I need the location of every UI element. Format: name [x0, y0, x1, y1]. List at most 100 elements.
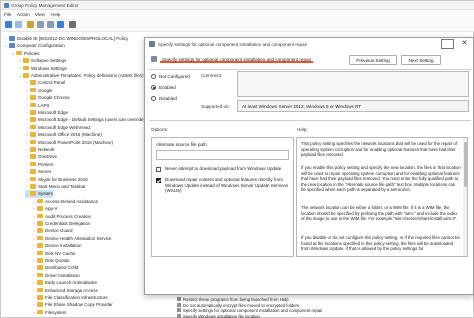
- help-paragraph-3: The network location can be either a fol…: [301, 205, 458, 222]
- folder-icon: [23, 73, 29, 78]
- comment-textbox[interactable]: [237, 71, 469, 97]
- tree-item-label: Disk NV Cache: [45, 250, 76, 256]
- setting-row[interactable]: Specify Windows installation file locati…: [177, 314, 260, 318]
- tree-item[interactable]: › Filesystem: [32, 309, 67, 317]
- help-panel: This policy setting specifies the networ…: [296, 137, 468, 257]
- editor-toolbar: [1, 18, 474, 32]
- maximize-button[interactable]: [441, 39, 454, 49]
- menu-help[interactable]: Help: [51, 12, 60, 17]
- folder-icon: [30, 169, 36, 174]
- tree-item-label: Device Guard: [45, 228, 73, 234]
- tree-item-label: Google Chrome: [38, 95, 70, 101]
- folder-icon: [37, 243, 43, 248]
- folder-icon: [30, 124, 36, 130]
- chevron-down-icon[interactable]: ⌄: [18, 72, 22, 80]
- comment-label: Comment:: [201, 73, 223, 78]
- tree-item-label: Disable IE [WS2012-DC.WINDOWSPROLOCAL] P…: [17, 36, 129, 41]
- tree-item-label: Start Menu and Taskbar: [38, 184, 86, 189]
- help-paragraph-1: This policy setting specifies the networ…: [301, 141, 457, 158]
- tree-item-label: Device Installation: [45, 243, 82, 249]
- folder-icon: [30, 161, 36, 167]
- dialog-title: Specify settings for optional component …: [158, 41, 308, 47]
- menu-action[interactable]: Action: [17, 12, 30, 17]
- radio-not-configured[interactable]: Not Configured: [151, 73, 190, 81]
- folder-icon: [16, 50, 22, 56]
- help-label: Help:: [297, 127, 308, 132]
- radio-enabled[interactable]: Enabled: [151, 84, 176, 92]
- properties-icon[interactable]: [47, 21, 54, 28]
- tree-item-label: Disk Quotas: [45, 258, 70, 263]
- not-configured-label: Not Configured: [159, 74, 190, 79]
- tree-item-label: Printers: [38, 161, 54, 167]
- chevron-down-icon[interactable]: ⌄: [11, 50, 15, 58]
- dialog-title-bar: Specify settings for optional component …: [145, 38, 473, 51]
- help-scrollbar[interactable]: [463, 138, 467, 256]
- folder-icon: [30, 117, 36, 122]
- policy-setting-dialog: Specify settings for optional component …: [144, 37, 474, 295]
- never-download-checkbox[interactable]: [156, 167, 161, 172]
- folder-icon: [37, 280, 43, 285]
- menu-view[interactable]: View: [35, 12, 45, 17]
- not-configured-radio-icon[interactable]: [151, 73, 156, 79]
- options-panel: Alternate source file path Never attempt…: [151, 137, 294, 257]
- show-hide-tree-icon[interactable]: [37, 21, 44, 28]
- back-arrow-icon[interactable]: [5, 21, 12, 28]
- tree-item-label: Microsoft Edge: [38, 110, 69, 115]
- folder-icon: [30, 95, 36, 100]
- folder-icon: [37, 235, 43, 241]
- enabled-label: Enabled: [159, 85, 176, 90]
- tree-item-label: Policies: [24, 50, 40, 56]
- gpme-app-icon: [4, 3, 9, 8]
- folder-icon: [30, 147, 36, 152]
- tree-item-label: Windows Settings: [31, 65, 67, 71]
- help-scrollbar-thumb[interactable]: [463, 142, 467, 187]
- chevron-right-icon[interactable]: ›: [32, 309, 36, 317]
- tree-item-label: Access-Denied Assistance: [45, 198, 99, 204]
- setting-icon: [177, 308, 181, 313]
- up-folder-icon[interactable]: [27, 21, 34, 28]
- enabled-radio-icon[interactable]: [151, 84, 156, 90]
- supported-on-box: At least Windows Server 2012, Windows 8 …: [237, 100, 469, 112]
- folder-icon: [37, 228, 43, 233]
- chevron-down-icon[interactable]: ⌄: [4, 42, 8, 50]
- tree-item-label: Filesystem: [45, 309, 67, 315]
- folder-icon: [37, 295, 43, 300]
- forward-arrow-icon[interactable]: [15, 21, 22, 28]
- tree-item-label: Microsoft Office 2016 (Machine): [38, 132, 102, 138]
- alt-source-path-input[interactable]: [156, 150, 289, 160]
- tree-item-label: LAPS: [38, 102, 50, 108]
- setting-label: Do not automatically encrypt files moved…: [183, 302, 300, 308]
- close-icon[interactable]: ✕: [458, 39, 471, 49]
- editor-title: Group Policy Management Editor: [11, 3, 79, 8]
- tree-item-label: Network: [38, 147, 55, 152]
- radio-disabled[interactable]: Disabled: [151, 95, 177, 103]
- menu-file[interactable]: File: [4, 12, 11, 17]
- help-icon[interactable]: [57, 21, 64, 28]
- tree-item-label: Computer Configuration: [17, 43, 65, 49]
- folder-icon: [23, 58, 29, 63]
- tree-item-label: File Classification Infrastructure: [45, 295, 108, 300]
- help-paragraph-2: If you enable this policy setting and sp…: [301, 165, 461, 193]
- alt-source-label: Alternate source file path: [156, 142, 207, 147]
- folder-icon: [30, 154, 36, 159]
- download-repair-checkbox[interactable]: [156, 178, 161, 183]
- tree-item-label: System: [38, 191, 54, 197]
- tree-item-label: Server: [38, 169, 52, 175]
- disabled-label: Disabled: [159, 96, 177, 101]
- tree-item-label: App-V: [45, 206, 58, 212]
- disabled-radio-icon[interactable]: [151, 95, 156, 101]
- tree-item-label: Audit Process Creation: [45, 213, 92, 219]
- folder-icon: [37, 206, 43, 211]
- chevron-down-icon[interactable]: ⌄: [25, 190, 29, 198]
- next-setting-button[interactable]: Next Setting: [401, 55, 441, 65]
- folder-icon: [37, 272, 43, 278]
- policy-icon: [9, 36, 15, 41]
- dialog-header: Specify settings for optional component …: [149, 53, 471, 67]
- tree-item-label: Enhanced Storage Access: [45, 287, 98, 293]
- previous-setting-button[interactable]: Previous Setting: [349, 55, 397, 65]
- tree-item-label: Software Settings: [31, 58, 67, 64]
- setting-icon: [177, 297, 181, 302]
- tree-item-label: Early Launch Antimalware: [45, 280, 98, 286]
- tree-item-label: Device Health Attestation Service: [45, 235, 112, 241]
- filter-icon[interactable]: [69, 21, 76, 28]
